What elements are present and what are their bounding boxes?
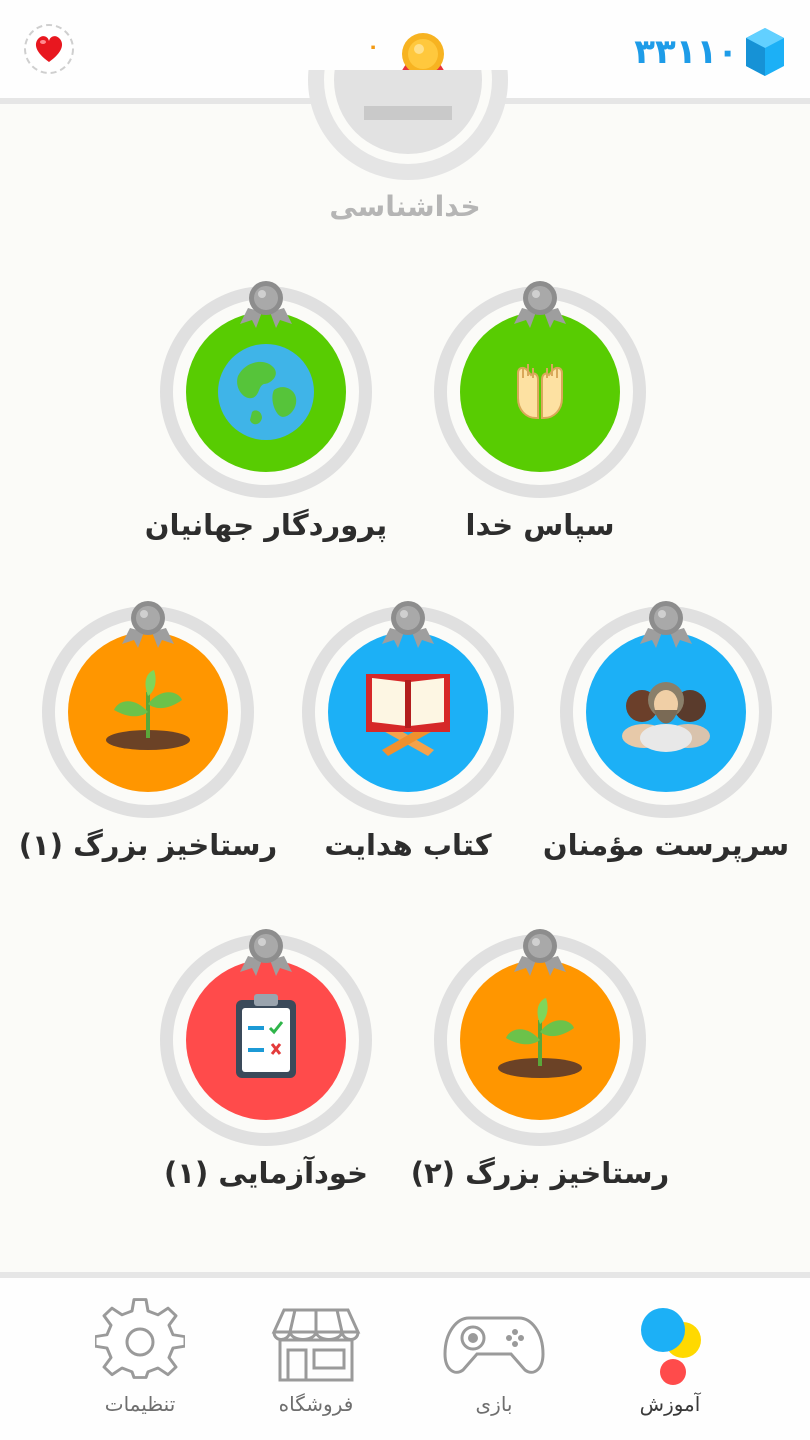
lesson-node-self-test-1[interactable]: خودآزمایی (۱) bbox=[156, 928, 376, 1190]
lesson-node-thanks-god[interactable]: سپاس خدا bbox=[430, 280, 650, 542]
node-ring bbox=[560, 601, 772, 818]
tab-learn[interactable]: آموزش bbox=[610, 1290, 730, 1430]
clipboard-icon bbox=[236, 994, 296, 1078]
lesson-node-guardian-believers[interactable]: سرپرست مؤمنان bbox=[543, 600, 789, 862]
shop-icon bbox=[271, 1308, 361, 1382]
heart-icon bbox=[24, 24, 74, 74]
lesson-label: خودآزمایی (۱) bbox=[164, 1156, 368, 1190]
gear-icon bbox=[95, 1298, 185, 1379]
node-ring bbox=[160, 281, 372, 498]
lesson-node-book-guidance[interactable]: کتاب هدایت bbox=[298, 600, 518, 862]
gamepad-icon bbox=[443, 1316, 545, 1374]
learn-icon bbox=[641, 1308, 701, 1385]
tab-label: تنظیمات bbox=[104, 1392, 176, 1416]
node-ring bbox=[42, 601, 254, 818]
lesson-label: رستاخیز بزرگ (۱) bbox=[18, 828, 278, 862]
node-ring bbox=[434, 281, 646, 498]
gems-counter[interactable]: ۳۳۱۱۰ bbox=[634, 24, 786, 80]
tab-shop[interactable]: فروشگاه bbox=[256, 1290, 376, 1430]
hearts-button[interactable] bbox=[22, 22, 76, 76]
lesson-node-resurrection-2[interactable]: رستاخیز بزرگ (۲) bbox=[411, 928, 669, 1190]
people-icon bbox=[622, 682, 710, 752]
node-ring bbox=[302, 601, 514, 818]
tab-label: آموزش bbox=[639, 1392, 701, 1416]
medal-count: ۰ bbox=[367, 34, 380, 58]
node-ring bbox=[434, 929, 646, 1146]
globe-icon bbox=[218, 344, 314, 440]
lesson-label: پروردگار جهانیان bbox=[144, 508, 388, 542]
lesson-node-resurrection-1[interactable]: رستاخیز بزرگ (۱) bbox=[19, 600, 277, 862]
previous-unit-node[interactable] bbox=[302, 70, 514, 190]
gem-icon bbox=[746, 28, 784, 76]
previous-node-graphic bbox=[308, 70, 508, 180]
tab-settings[interactable]: تنظیمات bbox=[80, 1290, 200, 1430]
previous-unit-label: خداشناسی bbox=[329, 190, 481, 223]
tab-label: فروشگاه bbox=[278, 1392, 354, 1416]
gems-count: ۳۳۱۱۰ bbox=[634, 32, 738, 72]
lesson-node-lord-of-worlds[interactable]: پروردگار جهانیان bbox=[145, 280, 387, 542]
tab-game[interactable]: بازی bbox=[434, 1290, 554, 1430]
tab-label: بازی bbox=[475, 1392, 513, 1416]
node-ring bbox=[160, 929, 372, 1146]
